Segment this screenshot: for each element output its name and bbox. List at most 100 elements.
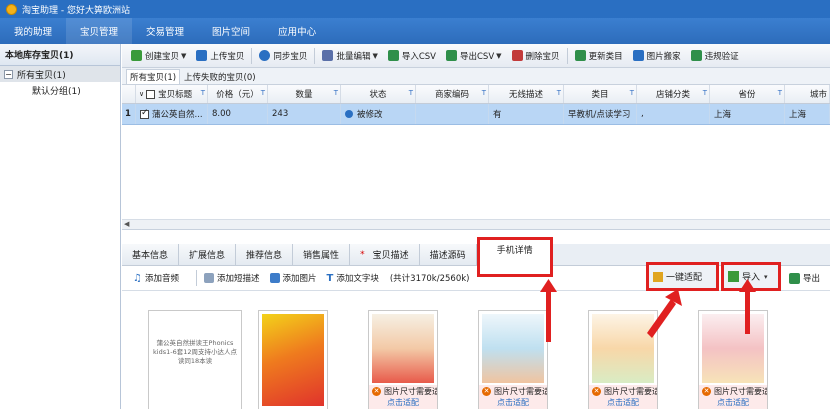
sync-item-button[interactable]: 同步宝贝 xyxy=(254,46,312,66)
chevron-down-icon[interactable]: ▾ xyxy=(764,273,768,281)
image-block[interactable]: ✕图片尺寸需要适配 点击适配 xyxy=(368,310,438,409)
import-csv-button[interactable]: 导入CSV xyxy=(383,46,441,66)
text-block[interactable]: 蒲公英自然拼读王Phonics kids1-6套12周支持小达人点读同18本读 xyxy=(148,310,242,409)
toolbar-divider xyxy=(314,47,316,64)
filter-icon[interactable]: T xyxy=(557,89,561,97)
menu-my-assistant[interactable]: 我的助理 xyxy=(0,18,66,44)
menu-item-management[interactable]: 宝贝管理 xyxy=(66,18,133,44)
row-checkbox[interactable] xyxy=(140,108,149,119)
add-image-button[interactable]: 添加图片 xyxy=(265,268,322,288)
cell-status[interactable]: 被修改 xyxy=(341,104,416,124)
tab-basic-info[interactable]: 基本信息 xyxy=(122,244,180,265)
add-short-desc-button[interactable]: 添加短描述 xyxy=(199,268,265,288)
auto-fit-button[interactable]: 一键适配 xyxy=(646,262,719,291)
download-icon xyxy=(653,271,663,282)
create-item-button[interactable]: 创建宝贝 ▼ xyxy=(126,46,191,66)
chevron-down-icon[interactable]: ▼ xyxy=(496,52,501,60)
required-star: * xyxy=(360,249,365,260)
add-audio-button[interactable]: ♫ 添加音频 xyxy=(128,268,184,288)
cell-wireless-desc[interactable]: 有 xyxy=(489,104,564,124)
filter-icon[interactable]: T xyxy=(703,89,707,97)
batch-edit-button[interactable]: 批量编辑 ▼ xyxy=(317,46,382,66)
tree-node-all-items[interactable]: − 所有宝贝(1) xyxy=(0,66,120,82)
grid-header-merchant-code[interactable]: 商家编码 T xyxy=(416,85,489,103)
filter-icon[interactable]: T xyxy=(630,89,634,97)
click-to-fit-link[interactable]: 点击适配 xyxy=(589,397,657,409)
toolbar-divider xyxy=(195,270,197,286)
tab-mobile-details[interactable]: 手机详情 xyxy=(476,237,553,277)
filter-icon[interactable]: T xyxy=(482,89,486,97)
product-image xyxy=(372,314,434,383)
chevron-down-icon[interactable]: ▼ xyxy=(372,52,377,60)
export-csv-button[interactable]: 导出CSV ▼ xyxy=(441,46,507,66)
cell-price[interactable]: 8.00 xyxy=(208,104,268,124)
export-button[interactable]: 导出 xyxy=(784,268,825,288)
menu-image-space[interactable]: 图片空间 xyxy=(198,18,264,44)
grid-header-price[interactable]: 价格（元） T xyxy=(208,85,268,103)
grid-header-wireless-desc[interactable]: 无线描述 T xyxy=(489,85,564,103)
main-toolbar: 创建宝贝 ▼ 上传宝贝 同步宝贝 批量编辑 ▼ 导入CSV 导出CSV ▼ 删除… xyxy=(122,44,830,68)
cell-quantity[interactable]: 243 xyxy=(268,104,341,124)
tab-item-description[interactable]: * 宝贝描述 xyxy=(350,244,420,265)
cell-category[interactable]: 早教机/点读学习 xyxy=(564,104,637,124)
import-icon xyxy=(728,271,739,282)
filter-icon[interactable]: T xyxy=(409,89,413,97)
app-title: 淘宝助理 - 您好大箅欧洲站 xyxy=(22,5,130,16)
horizontal-scrollbar[interactable]: ◀ xyxy=(122,219,830,229)
import-button[interactable]: 导入 ▾ xyxy=(721,262,781,291)
violation-check-button[interactable]: 违规验证 xyxy=(686,46,744,66)
click-to-fit-link[interactable]: 点击适配 xyxy=(479,397,547,409)
tree-node-label: 默认分组(1) xyxy=(32,86,81,97)
grid-header-status[interactable]: 状态 T xyxy=(341,85,416,103)
tab-sales-attributes[interactable]: 销售属性 xyxy=(293,244,351,265)
image-move-button[interactable]: 图片搬家 xyxy=(628,46,686,66)
click-to-fit-link[interactable]: 点击适配 xyxy=(369,397,437,409)
filter-icon[interactable]: T xyxy=(201,89,205,97)
filter-icon[interactable]: T xyxy=(261,89,265,97)
cell-title[interactable]: 蒲公英自然... xyxy=(136,104,208,124)
delete-item-button[interactable]: 删除宝贝 xyxy=(507,46,565,66)
grid-header-category[interactable]: 类目 T xyxy=(564,85,637,103)
sync-icon xyxy=(259,50,271,61)
image-block[interactable]: ✕图片尺寸需要适配 点击适配 xyxy=(478,310,548,409)
add-text-block-button[interactable]: T 添加文字块 xyxy=(322,268,384,288)
collapse-toggle-icon[interactable]: − xyxy=(4,69,13,79)
row-index: 1 xyxy=(122,104,136,124)
main-menu: 我的助理 宝贝管理 交易管理 图片空间 应用中心 xyxy=(0,18,830,44)
menu-trade-management[interactable]: 交易管理 xyxy=(132,18,198,44)
cell-shop-category[interactable]: , xyxy=(637,104,710,124)
upload-item-button[interactable]: 上传宝贝 xyxy=(191,46,249,66)
scroll-left-icon[interactable]: ◀ xyxy=(124,220,129,228)
grid-header-city[interactable]: 城市 xyxy=(785,85,830,103)
click-to-fit-link[interactable]: 点击适配 xyxy=(699,397,767,409)
cell-city[interactable]: 上海 xyxy=(785,104,830,124)
export-icon xyxy=(446,50,457,61)
cell-merchant-code[interactable] xyxy=(416,104,489,124)
tab-upload-failed[interactable]: 上传失败的宝贝(0) xyxy=(180,69,260,84)
image-block[interactable]: ✕图片尺寸需要适配 点击适配 xyxy=(698,310,768,409)
select-all-checkbox[interactable] xyxy=(146,89,156,99)
cell-province[interactable]: 上海 xyxy=(710,104,785,124)
grid-header-province[interactable]: 省份 T xyxy=(710,85,785,103)
warning-icon: ✕ xyxy=(702,386,711,396)
tab-description-source[interactable]: 描述源码 xyxy=(419,244,477,265)
item-grid: ∨ 宝贝标题 T 价格（元） T 数量 T 状态 T 商家编码 T 无线描述 T 类目 T … xyxy=(122,85,830,230)
tab-all-items[interactable]: 所有宝贝(1) xyxy=(126,69,181,84)
filter-icon[interactable]: T xyxy=(778,89,782,97)
grid-header-quantity[interactable]: 数量 T xyxy=(268,85,341,103)
filter-icon[interactable]: T xyxy=(334,89,338,97)
tab-recommend-info[interactable]: 推荐信息 xyxy=(236,244,294,265)
image-block[interactable] xyxy=(258,310,328,409)
menu-app-center[interactable]: 应用中心 xyxy=(264,18,330,44)
image-block[interactable]: ✕图片尺寸需要适配 点击适配 xyxy=(588,310,658,409)
update-category-button[interactable]: 更新类目 xyxy=(570,46,628,66)
table-row[interactable]: 1 蒲公英自然... 8.00 243 被修改 有 早教机/点读学习 , 上海 … xyxy=(122,104,830,125)
size-warning: ✕图片尺寸需要适配 xyxy=(699,385,767,397)
tab-extended-info[interactable]: 扩展信息 xyxy=(179,244,237,265)
chevron-down-icon[interactable]: ▼ xyxy=(181,52,186,60)
tree-node-default-group[interactable]: 默认分组(1) xyxy=(0,82,120,98)
grid-header-shop-category[interactable]: 店铺分类 T xyxy=(637,85,710,103)
grid-header-title[interactable]: ∨ 宝贝标题 T xyxy=(136,85,208,103)
chevron-down-icon[interactable]: ∨ xyxy=(139,90,144,98)
app-logo-icon xyxy=(6,3,17,15)
